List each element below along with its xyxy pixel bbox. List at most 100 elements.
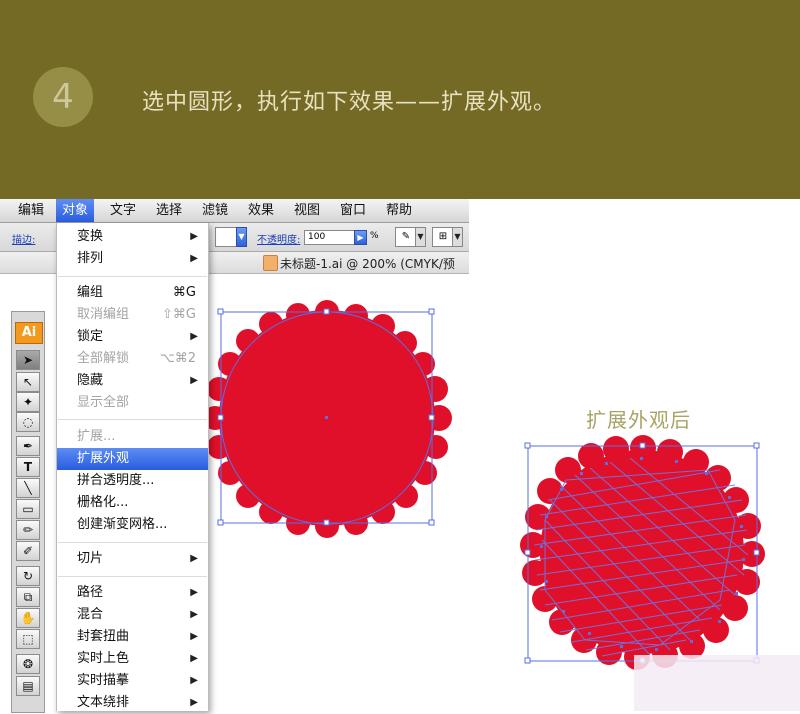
document-title[interactable]: 未标题-1.ai @ 200% (CMYK/预	[280, 255, 455, 272]
menu-item-flatten-transparency[interactable]: 拼合透明度...	[57, 470, 208, 492]
align-icon[interactable]: ⊞	[432, 227, 454, 247]
style-dropdown-icon[interactable]: ▼	[236, 227, 247, 247]
line-tool-icon[interactable]: ╲	[16, 478, 40, 498]
scale-tool-icon[interactable]: ⧉	[16, 587, 40, 607]
submenu-arrow-icon: ▶	[190, 675, 198, 686]
selection-tool-icon[interactable]: ➤	[16, 350, 40, 370]
pen-tool-icon[interactable]: ✒	[16, 436, 40, 456]
menu-item-label: 取消编组	[77, 307, 130, 322]
menu-bar: 编辑 对象 文字 选择 滤镜 效果 视图 窗口 帮助	[0, 199, 469, 223]
menu-view[interactable]: 视图	[288, 199, 326, 222]
menu-item-label: 混合	[77, 607, 104, 622]
menu-item-group[interactable]: 编组 ⌘G	[57, 282, 208, 304]
submenu-arrow-icon: ▶	[190, 231, 198, 242]
menu-item-hide[interactable]: 隐藏 ▶	[57, 370, 208, 392]
align-dropdown-icon[interactable]: ▼	[452, 227, 463, 247]
menu-separator	[58, 276, 207, 277]
menu-item-create-gradient-mesh[interactable]: 创建渐变网格...	[57, 514, 208, 536]
pencil-tool-icon[interactable]: ✐	[16, 541, 40, 561]
recolor-icon[interactable]: ✎	[395, 227, 417, 247]
paintbrush-tool-icon[interactable]: ✏	[16, 520, 40, 540]
menu-item-expand: 扩展...	[57, 426, 208, 448]
after-expand-label: 扩展外观后	[586, 408, 691, 432]
menu-window[interactable]: 窗口	[334, 199, 372, 222]
tools-panel: Ai ➤ ↖ ✦ ◌ ✒ T ╲ ▭ ✏ ✐ ↻ ⧉ ✋ ⬚ ❂ ▤	[11, 311, 45, 713]
menu-item-label: 锁定	[77, 329, 104, 344]
rotate-tool-icon[interactable]: ↻	[16, 566, 40, 586]
menu-item-lock[interactable]: 锁定 ▶	[57, 326, 208, 348]
menu-help[interactable]: 帮助	[380, 199, 418, 222]
menu-item-label: 封套扭曲	[77, 629, 130, 644]
recolor-dropdown-icon[interactable]: ▼	[415, 227, 426, 247]
menu-item-envelope-distort[interactable]: 封套扭曲 ▶	[57, 626, 208, 648]
stroke-label[interactable]: 描边:	[12, 231, 35, 246]
menu-item-slice[interactable]: 切片 ▶	[57, 548, 208, 570]
menu-item-path[interactable]: 路径 ▶	[57, 582, 208, 604]
menu-item-show-all: 显示全部	[57, 392, 208, 414]
menu-item-arrange[interactable]: 排列 ▶	[57, 248, 208, 270]
menu-separator	[58, 576, 207, 577]
menu-item-label: 编组	[77, 285, 104, 300]
submenu-arrow-icon: ▶	[190, 331, 198, 342]
menu-item-shortcut: ⇧⌘G	[162, 307, 196, 322]
expanded-appearance-shape[interactable]	[520, 435, 765, 670]
menu-item-unlock-all: 全部解锁 ⌥⌘2	[57, 348, 208, 370]
menu-item-label: 扩展...	[77, 429, 116, 444]
menu-item-expand-appearance[interactable]: 扩展外观	[57, 448, 208, 470]
object-menu-dropdown: 变换 ▶ 排列 ▶ 编组 ⌘G 取消编组 ⇧⌘G 锁定 ▶ 全部解锁 ⌥⌘2 隐藏 ▶ 显示全…	[56, 223, 209, 711]
menu-item-label: 实时上色	[77, 651, 130, 666]
menu-item-blend[interactable]: 混合 ▶	[57, 604, 208, 626]
menu-item-transform[interactable]: 变换 ▶	[57, 226, 208, 248]
menu-item-label: 栅格化...	[77, 495, 129, 510]
symbol-sprayer-tool-icon[interactable]: ❂	[16, 654, 40, 674]
watermark-overlay	[634, 655, 800, 711]
type-tool-icon[interactable]: T	[16, 457, 40, 477]
submenu-arrow-icon: ▶	[190, 375, 198, 386]
percent-sign: %	[370, 231, 379, 241]
menu-separator	[58, 542, 207, 543]
rectangle-tool-icon[interactable]: ▭	[16, 499, 40, 519]
menu-edit[interactable]: 编辑	[12, 199, 50, 222]
submenu-arrow-icon: ▶	[190, 609, 198, 620]
menu-object[interactable]: 对象	[56, 199, 95, 222]
menu-type[interactable]: 文字	[104, 199, 142, 222]
menu-item-label: 路径	[77, 585, 104, 600]
submenu-arrow-icon: ▶	[190, 653, 198, 664]
menu-select[interactable]: 选择	[150, 199, 188, 222]
submenu-arrow-icon: ▶	[190, 587, 198, 598]
menu-item-label: 变换	[77, 229, 104, 244]
opacity-slider-button[interactable]: ▶	[354, 230, 367, 245]
ai-logo: Ai	[15, 322, 43, 344]
menu-item-rasterize[interactable]: 栅格化...	[57, 492, 208, 514]
submenu-arrow-icon: ▶	[190, 553, 198, 564]
free-transform-tool-icon[interactable]: ⬚	[16, 629, 40, 649]
menu-item-ungroup: 取消编组 ⇧⌘G	[57, 304, 208, 326]
menu-filter[interactable]: 滤镜	[196, 199, 234, 222]
magic-wand-tool-icon[interactable]: ✦	[16, 392, 40, 412]
menu-item-label: 排列	[77, 251, 104, 266]
menu-item-shortcut: ⌘G	[172, 285, 196, 300]
menu-item-label: 创建渐变网格...	[77, 517, 168, 532]
opacity-input[interactable]: 100	[304, 230, 355, 245]
column-graph-tool-icon[interactable]: ▤	[16, 676, 40, 696]
submenu-arrow-icon: ▶	[190, 631, 198, 642]
red-scalloped-shape[interactable]	[203, 300, 452, 538]
menu-item-label: 隐藏	[77, 373, 104, 388]
submenu-arrow-icon: ▶	[190, 253, 198, 264]
menu-item-label: 扩展外观	[77, 451, 130, 466]
direct-selection-tool-icon[interactable]: ↖	[16, 372, 40, 392]
menu-item-label: 切片	[77, 551, 104, 566]
menu-item-live-paint[interactable]: 实时上色 ▶	[57, 648, 208, 670]
menu-separator	[58, 419, 207, 420]
menu-item-label: 全部解锁	[77, 351, 130, 366]
opacity-label[interactable]: 不透明度:	[257, 231, 300, 246]
warp-tool-icon[interactable]: ✋	[16, 608, 40, 628]
ai-file-icon	[263, 255, 278, 271]
menu-item-label: 显示全部	[77, 395, 130, 410]
style-swatch[interactable]	[215, 227, 237, 247]
menu-effect[interactable]: 效果	[242, 199, 280, 222]
menu-item-live-trace[interactable]: 实时描摹 ▶	[57, 670, 208, 692]
menu-item-shortcut: ⌥⌘2	[159, 351, 196, 366]
lasso-tool-icon[interactable]: ◌	[16, 412, 40, 432]
menu-item-label: 实时描摹	[77, 673, 130, 688]
